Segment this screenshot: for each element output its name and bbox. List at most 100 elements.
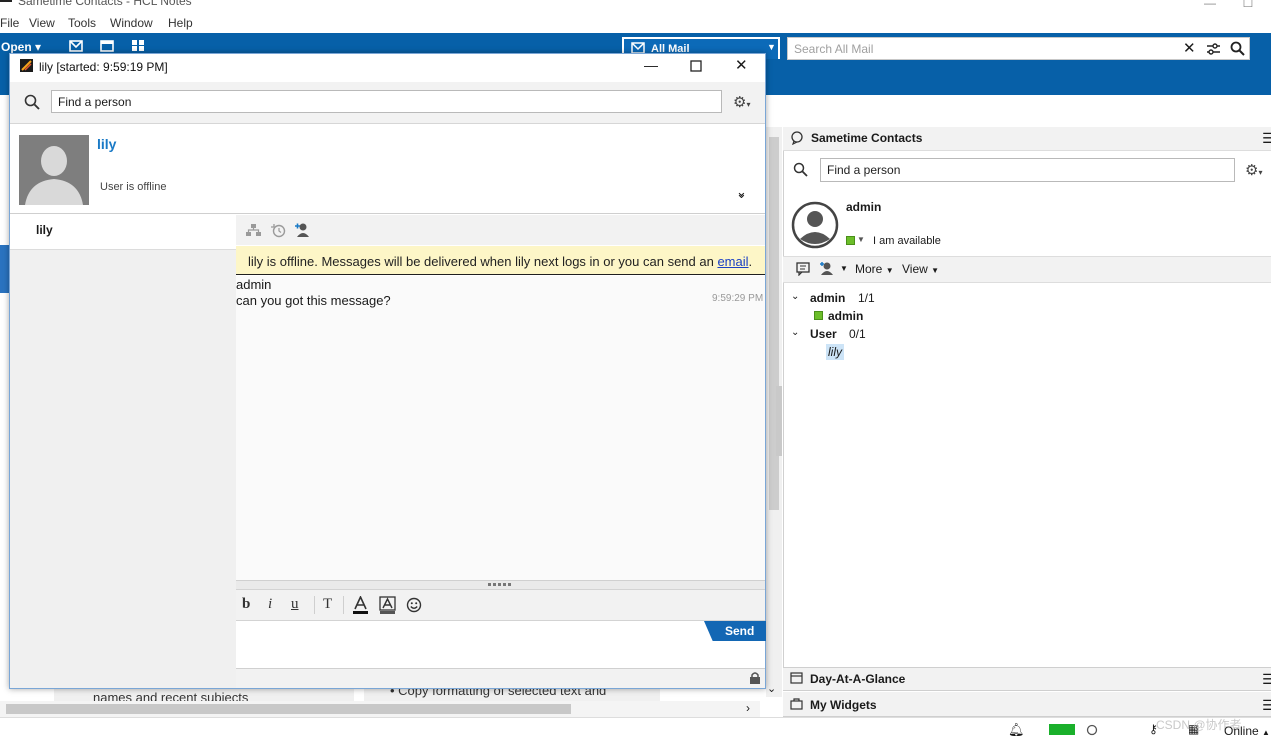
contact-status: User is offline xyxy=(100,181,167,193)
menu-help[interactable]: Help xyxy=(168,16,193,30)
chevron-down-icon[interactable]: ⌄ xyxy=(791,291,799,302)
nav-strip[interactable] xyxy=(0,245,9,293)
calendar-icon[interactable] xyxy=(100,39,114,52)
sametime-find-placeholder: Find a person xyxy=(827,163,901,177)
sametime-logo-icon xyxy=(20,59,33,72)
gear-icon[interactable]: ⚙▾ xyxy=(733,93,750,111)
bold-button[interactable]: b xyxy=(242,596,250,613)
loading-icon xyxy=(1086,724,1098,736)
contact-card xyxy=(10,126,765,214)
offline-notice-prefix: lily is offline. Messages will be delive… xyxy=(248,254,718,269)
maximize-icon[interactable] xyxy=(690,60,702,72)
chat-footer xyxy=(236,668,765,688)
member-admin[interactable]: admin xyxy=(828,309,863,323)
menu-view[interactable]: View xyxy=(29,16,55,30)
status-available-icon[interactable] xyxy=(846,236,855,245)
italic-button[interactable]: i xyxy=(268,596,272,613)
calendar-icon xyxy=(790,672,803,684)
group-user-name[interactable]: User xyxy=(810,327,837,341)
status-chevron-icon[interactable]: ▼ xyxy=(857,235,865,244)
mail-icon[interactable] xyxy=(69,40,83,52)
horizontal-scrollbar[interactable]: › xyxy=(0,701,760,717)
close-icon[interactable]: ✕ xyxy=(735,56,748,74)
search-icon[interactable] xyxy=(1230,41,1245,56)
message-time: 9:59:29 PM xyxy=(712,293,764,304)
my-widgets-label: My Widgets xyxy=(810,698,877,712)
open-button[interactable]: Open ▾ xyxy=(1,40,41,54)
sametime-find-input[interactable]: Find a person xyxy=(820,158,1235,182)
status-bar xyxy=(0,717,1271,740)
member-lily[interactable]: lily xyxy=(826,344,844,360)
mail-search-input[interactable]: Search All Mail ✕ xyxy=(787,37,1250,60)
search-options-icon[interactable] xyxy=(1206,42,1221,56)
toolbar-divider xyxy=(314,596,315,614)
message-input[interactable] xyxy=(236,621,765,668)
search-icon xyxy=(793,162,808,177)
scroll-right-icon[interactable]: › xyxy=(746,701,750,715)
share-icon[interactable] xyxy=(246,224,261,237)
window-controls[interactable]: — ☐ ✕ xyxy=(1204,0,1271,10)
online-label: Online xyxy=(1224,724,1259,738)
group-user-count: 0/1 xyxy=(849,327,866,341)
chevron-down-icon[interactable]: ⌄ xyxy=(791,327,799,338)
menu-tools[interactable]: Tools xyxy=(68,16,96,30)
send-button[interactable]: Send xyxy=(704,621,766,641)
resize-grip[interactable] xyxy=(236,580,765,589)
expand-chevron-icon[interactable]: ⌄ ⌄ xyxy=(736,184,747,216)
menu-file[interactable]: File xyxy=(0,16,19,30)
contact-name[interactable]: lily xyxy=(97,136,116,152)
mail-search-placeholder: Search All Mail xyxy=(794,42,874,56)
email-link[interactable]: email xyxy=(717,254,748,269)
group-admin-name[interactable]: admin xyxy=(810,291,845,305)
font-button[interactable]: T xyxy=(323,596,332,613)
text-color-icon[interactable] xyxy=(352,596,369,614)
participant-name: lily xyxy=(36,223,53,237)
day-at-a-glance-label: Day-At-A-Glance xyxy=(810,672,906,686)
add-contact-chevron-icon[interactable]: ▼ xyxy=(840,264,848,273)
offline-notice-text: lily is offline. Messages will be delive… xyxy=(248,254,752,269)
chevron-down-icon: ▼ xyxy=(767,42,776,52)
clear-search-icon[interactable]: ✕ xyxy=(1183,39,1196,57)
participant-item[interactable]: lily xyxy=(10,215,236,250)
emoticon-icon[interactable] xyxy=(406,597,422,613)
my-status[interactable]: I am available xyxy=(873,235,941,247)
new-chat-icon[interactable] xyxy=(796,262,810,276)
panel-splitter[interactable] xyxy=(776,386,782,456)
open-label: Open xyxy=(1,40,32,54)
online-status[interactable]: Online ▲ xyxy=(1224,724,1270,738)
connection-status-icon[interactable] xyxy=(1049,724,1075,735)
apps-grid-icon[interactable] xyxy=(131,39,145,52)
app-title-text: Sametime Contacts - HCL Notes xyxy=(18,0,192,8)
format-toolbar xyxy=(236,589,765,621)
my-avatar[interactable] xyxy=(791,201,839,249)
minimize-icon[interactable]: — xyxy=(644,57,658,73)
grip-dots-icon xyxy=(488,583,511,586)
chat-find-placeholder: Find a person xyxy=(58,95,132,109)
hamburger-menu-icon[interactable]: ☰ xyxy=(1262,671,1271,688)
horizontal-scrollbar-thumb[interactable] xyxy=(6,704,571,714)
widgets-icon xyxy=(790,698,803,710)
chat-find-input[interactable]: Find a person xyxy=(51,90,722,113)
more-label: More xyxy=(855,262,883,276)
underline-button[interactable]: u xyxy=(291,596,299,613)
highlight-color-icon[interactable] xyxy=(379,596,396,614)
invite-person-icon[interactable] xyxy=(294,222,310,238)
chat-transcript[interactable] xyxy=(236,276,765,580)
menu-window[interactable]: Window xyxy=(110,16,153,30)
more-menu[interactable]: More ▼ xyxy=(855,262,894,276)
history-icon[interactable] xyxy=(270,223,286,238)
gear-icon[interactable]: ⚙▾ xyxy=(1245,161,1262,179)
search-icon xyxy=(24,94,40,110)
group-admin-count: 1/1 xyxy=(858,291,875,305)
menubar: File View Tools Window Help xyxy=(0,14,1271,33)
bell-icon[interactable]: 🔔︎ xyxy=(1008,722,1025,738)
app-title: Sametime Contacts - HCL Notes xyxy=(0,0,192,8)
add-contact-icon[interactable] xyxy=(819,261,835,276)
my-name: admin xyxy=(846,200,882,214)
hamburger-menu-icon[interactable]: ☰ xyxy=(1262,697,1271,714)
hamburger-menu-icon[interactable]: ☰ xyxy=(1262,130,1271,147)
scroll-down-icon[interactable]: ⌄ xyxy=(767,682,776,695)
view-menu[interactable]: View ▼ xyxy=(902,262,939,276)
avatar[interactable] xyxy=(19,135,89,205)
message-text: can you got this message? xyxy=(236,293,391,308)
